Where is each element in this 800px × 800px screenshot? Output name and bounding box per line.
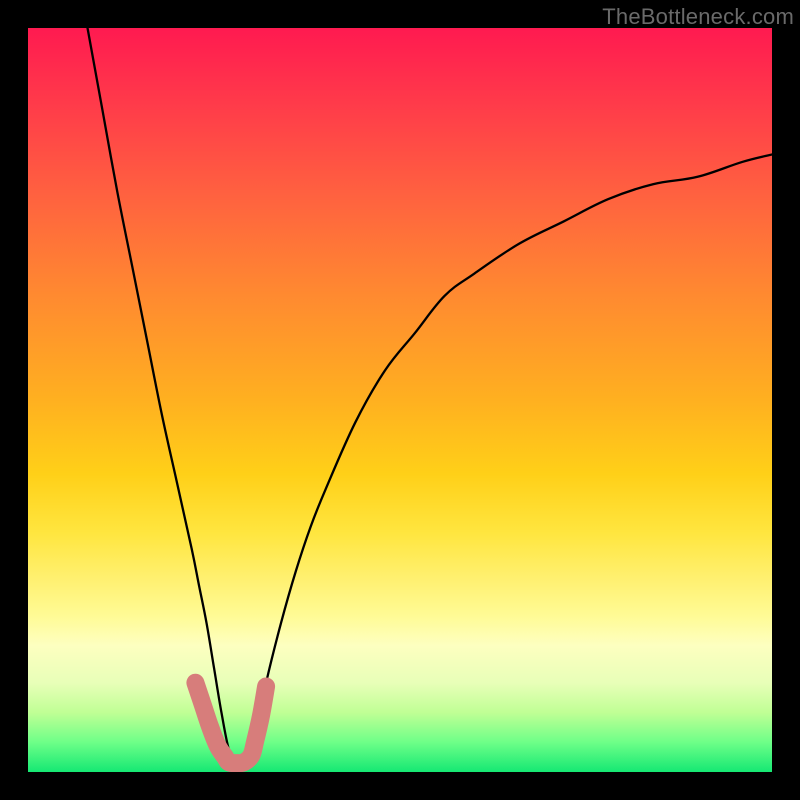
bottleneck-curve-line — [88, 28, 772, 767]
bottleneck-chart — [28, 28, 772, 772]
optimal-zone-marker — [195, 683, 266, 763]
watermark-text: TheBottleneck.com — [602, 4, 794, 30]
chart-frame — [28, 28, 772, 772]
